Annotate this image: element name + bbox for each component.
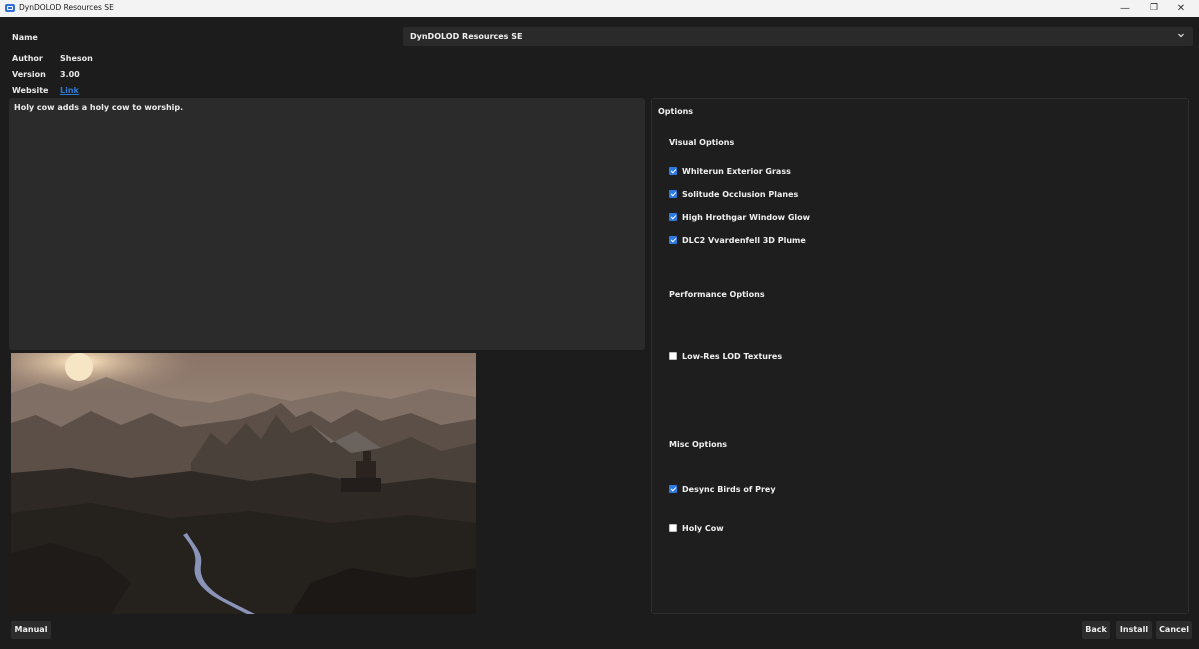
- version-label: Version: [12, 70, 46, 79]
- option-whiterun-exterior-grass[interactable]: Whiterun Exterior Grass: [669, 166, 791, 176]
- options-panel: Options Visual Options Whiterun Exterior…: [651, 98, 1189, 614]
- install-button[interactable]: Install: [1116, 621, 1152, 639]
- cancel-button[interactable]: Cancel: [1156, 621, 1192, 639]
- group-title-misc-options: Misc Options: [669, 440, 728, 449]
- option-label: Holy Cow: [682, 523, 724, 533]
- option-label: Desync Birds of Prey: [682, 484, 776, 494]
- option-dlc2-vvardenfell-3d-plume[interactable]: DLC2 Vvardenfell 3D Plume: [669, 235, 806, 245]
- author-value: Sheson: [60, 54, 93, 63]
- option-low-res-lod-textures[interactable]: Low-Res LOD Textures: [669, 351, 782, 361]
- back-button[interactable]: Back: [1082, 621, 1110, 639]
- option-label: Whiterun Exterior Grass: [682, 166, 791, 176]
- checkbox-checked-icon[interactable]: [669, 213, 677, 221]
- checkbox-checked-icon[interactable]: [669, 485, 677, 493]
- checkbox-unchecked-icon[interactable]: [669, 352, 677, 360]
- app-icon: [5, 4, 15, 12]
- restore-icon[interactable]: ❐: [1143, 0, 1165, 17]
- description-panel: Holy cow adds a holy cow to worship.: [9, 98, 645, 350]
- website-label: Website: [12, 86, 49, 95]
- checkbox-checked-icon[interactable]: [669, 190, 677, 198]
- window-title: DynDOLOD Resources SE: [19, 3, 114, 12]
- author-label: Author: [12, 54, 43, 63]
- option-solitude-occlusion-planes[interactable]: Solitude Occlusion Planes: [669, 189, 798, 199]
- chevron-down-icon: [1177, 31, 1185, 41]
- group-title-visual-options: Visual Options: [669, 138, 735, 147]
- description-text: Holy cow adds a holy cow to worship.: [14, 103, 184, 112]
- option-holy-cow[interactable]: Holy Cow: [669, 523, 724, 533]
- option-high-hrothgar-window-glow[interactable]: High Hrothgar Window Glow: [669, 212, 810, 222]
- checkbox-checked-icon[interactable]: [669, 236, 677, 244]
- checkbox-unchecked-icon[interactable]: [669, 524, 677, 532]
- options-title: Options: [658, 107, 694, 116]
- name-dropdown-value: DynDOLOD Resources SE: [410, 32, 523, 41]
- group-title-performance-options: Performance Options: [669, 290, 765, 299]
- option-label: DLC2 Vvardenfell 3D Plume: [682, 235, 806, 245]
- version-value: 3.00: [60, 70, 80, 79]
- name-dropdown[interactable]: DynDOLOD Resources SE: [403, 27, 1193, 46]
- preview-image: [11, 353, 476, 614]
- option-label: High Hrothgar Window Glow: [682, 212, 811, 222]
- name-label: Name: [12, 33, 38, 42]
- checkbox-checked-icon[interactable]: [669, 167, 677, 175]
- minimize-icon[interactable]: —: [1114, 0, 1136, 17]
- option-desync-birds-of-prey[interactable]: Desync Birds of Prey: [669, 484, 776, 494]
- option-label: Low-Res LOD Textures: [682, 351, 783, 361]
- title-bar: DynDOLOD Resources SE — ❐ ✕: [0, 0, 1199, 17]
- option-label: Solitude Occlusion Planes: [682, 189, 799, 199]
- close-icon[interactable]: ✕: [1170, 0, 1192, 17]
- manual-button[interactable]: Manual: [11, 621, 51, 639]
- website-link[interactable]: Link: [60, 86, 79, 95]
